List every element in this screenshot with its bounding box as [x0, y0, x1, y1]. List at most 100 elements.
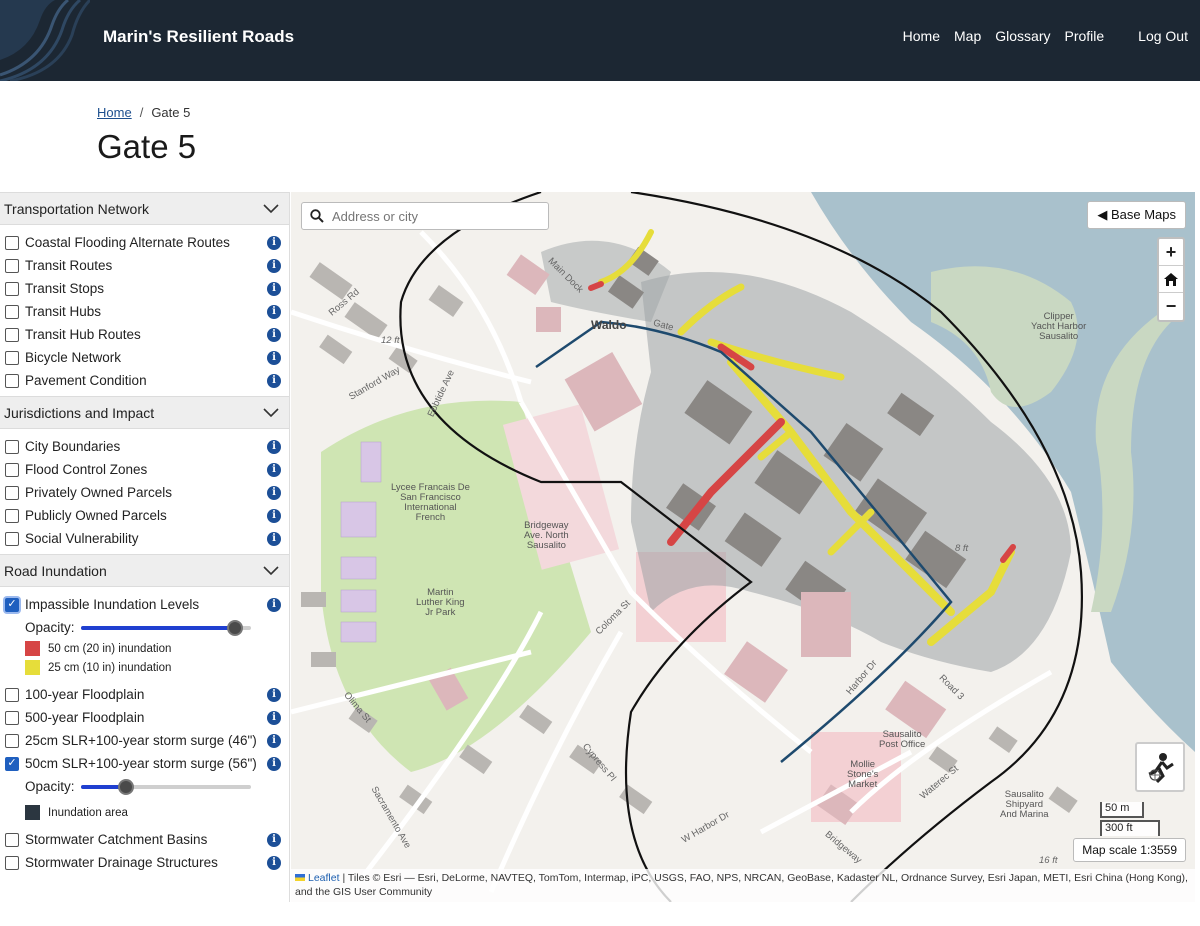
nav-glossary[interactable]: Glossary: [995, 28, 1050, 44]
slider-handle[interactable]: [117, 778, 134, 795]
address-search-box[interactable]: [301, 202, 549, 230]
info-icon[interactable]: i: [267, 756, 281, 771]
layer-label: 500-year Floodplain: [25, 710, 145, 725]
info-icon[interactable]: i: [267, 350, 281, 365]
chevron-down-icon: [263, 203, 279, 213]
map-view[interactable]: Clipper Yacht Harbor Sausalito Lycee Fra…: [291, 192, 1195, 902]
layer-row[interactable]: Pavement Condition i: [0, 369, 289, 392]
site-brand[interactable]: Marin's Resilient Roads: [103, 27, 294, 47]
opacity-slider[interactable]: [80, 619, 251, 636]
search-input[interactable]: [332, 208, 532, 224]
layer-checkbox[interactable]: [5, 832, 19, 847]
layer-checkbox[interactable]: [5, 439, 19, 454]
pegman-icon: [1148, 753, 1174, 784]
layer-row[interactable]: Stormwater Drainage Structures i: [0, 851, 289, 874]
place-label-bridgeway: Bridgeway Ave. North Sausalito: [524, 520, 569, 551]
layer-row[interactable]: Publicly Owned Parcels i: [0, 504, 289, 527]
place-label-waldo: Waldo: [591, 318, 627, 332]
info-icon[interactable]: i: [267, 855, 281, 870]
nav-map[interactable]: Map: [954, 28, 981, 44]
layer-checkbox[interactable]: [5, 710, 19, 725]
info-icon[interactable]: i: [267, 373, 281, 388]
info-icon[interactable]: i: [267, 832, 281, 847]
nav-home[interactable]: Home: [903, 28, 940, 44]
info-icon[interactable]: i: [267, 327, 281, 342]
street-view-button[interactable]: [1135, 742, 1185, 792]
layer-row[interactable]: City Boundaries i: [0, 435, 289, 458]
layer-checkbox[interactable]: [5, 462, 19, 477]
base-maps-button[interactable]: ◀ Base Maps: [1087, 201, 1186, 229]
info-icon[interactable]: i: [267, 439, 281, 454]
layer-row[interactable]: Transit Stops i: [0, 277, 289, 300]
layer-checkbox[interactable]: [5, 508, 19, 523]
section-header-transportation[interactable]: Transportation Network: [0, 192, 289, 225]
opacity-slider[interactable]: [80, 778, 251, 795]
slider-handle[interactable]: [226, 619, 243, 636]
home-icon: [1164, 272, 1178, 286]
layer-checkbox[interactable]: [5, 327, 19, 342]
opacity-row: Opacity:: [0, 616, 289, 639]
layer-row[interactable]: Transit Hubs i: [0, 300, 289, 323]
layer-checkbox[interactable]: [5, 373, 19, 388]
layer-row[interactable]: 500-year Floodplain i: [0, 706, 289, 729]
layer-row[interactable]: 25cm SLR+100-year storm surge (46") i: [0, 729, 289, 752]
layer-checkbox[interactable]: [5, 597, 19, 612]
scale-bar: 50 m 300 ft: [1100, 802, 1160, 836]
layer-row[interactable]: 50cm SLR+100-year storm surge (56") i: [0, 752, 289, 775]
layer-checkbox[interactable]: [5, 258, 19, 273]
layer-checkbox[interactable]: [5, 733, 19, 748]
leaflet-link[interactable]: Leaflet: [308, 872, 340, 884]
layer-checkbox[interactable]: [5, 855, 19, 870]
info-icon[interactable]: i: [267, 531, 281, 546]
layer-checkbox[interactable]: [5, 485, 19, 500]
layer-row[interactable]: Bicycle Network i: [0, 346, 289, 369]
info-icon[interactable]: i: [267, 733, 281, 748]
layer-checkbox[interactable]: [5, 350, 19, 365]
nav-profile[interactable]: Profile: [1064, 28, 1104, 44]
map-attribution: Leaflet | Tiles © Esri — Esri, DeLorme, …: [291, 869, 1195, 902]
section-header-jurisdictions[interactable]: Jurisdictions and Impact: [0, 396, 289, 429]
top-navbar: Marin's Resilient Roads Home Map Glossar…: [0, 0, 1200, 81]
opacity-label: Opacity:: [25, 620, 75, 635]
layer-row[interactable]: Stormwater Catchment Basins i: [0, 828, 289, 851]
layer-checkbox[interactable]: [5, 687, 19, 702]
layer-row[interactable]: 100-year Floodplain i: [0, 683, 289, 706]
basemap-canvas[interactable]: [291, 192, 1195, 902]
layer-row[interactable]: Social Vulnerability i: [0, 527, 289, 550]
layer-row[interactable]: Transit Routes i: [0, 254, 289, 277]
info-icon[interactable]: i: [267, 508, 281, 523]
layer-checkbox[interactable]: [5, 756, 19, 771]
attribution-text: | Tiles © Esri — Esri, DeLorme, NAVTEQ, …: [295, 872, 1188, 898]
layer-checkbox[interactable]: [5, 304, 19, 319]
layer-row[interactable]: Impassible Inundation Levels i: [0, 593, 289, 616]
info-icon[interactable]: i: [267, 485, 281, 500]
zoom-in-button[interactable]: +: [1159, 239, 1183, 266]
info-icon[interactable]: i: [267, 281, 281, 296]
layer-checkbox[interactable]: [5, 281, 19, 296]
info-icon[interactable]: i: [267, 687, 281, 702]
layer-row[interactable]: Flood Control Zones i: [0, 458, 289, 481]
layer-checkbox[interactable]: [5, 235, 19, 250]
info-icon[interactable]: i: [267, 304, 281, 319]
info-icon[interactable]: i: [267, 258, 281, 273]
layer-checkbox[interactable]: [5, 531, 19, 546]
home-extent-button[interactable]: [1159, 266, 1183, 293]
layer-label: Coastal Flooding Alternate Routes: [25, 235, 230, 250]
section-header-road-inundation[interactable]: Road Inundation: [0, 554, 289, 587]
elevation-label: 16 ft: [1039, 855, 1058, 866]
info-icon[interactable]: i: [267, 710, 281, 725]
zoom-out-button[interactable]: −: [1159, 293, 1183, 320]
place-label-lycee: Lycee Francais De San Francisco Internat…: [391, 482, 470, 523]
section-title: Road Inundation: [4, 562, 107, 579]
layer-row[interactable]: Privately Owned Parcels i: [0, 481, 289, 504]
layer-label: Transit Routes: [25, 258, 113, 273]
layer-label: Impassible Inundation Levels: [25, 597, 200, 612]
nav-logout[interactable]: Log Out: [1138, 28, 1188, 44]
layer-row[interactable]: Coastal Flooding Alternate Routes i: [0, 231, 289, 254]
info-icon[interactable]: i: [267, 462, 281, 477]
breadcrumb-home-link[interactable]: Home: [97, 105, 132, 120]
info-icon[interactable]: i: [267, 235, 281, 250]
info-icon[interactable]: i: [267, 597, 281, 612]
layer-label: Bicycle Network: [25, 350, 122, 365]
layer-row[interactable]: Transit Hub Routes i: [0, 323, 289, 346]
